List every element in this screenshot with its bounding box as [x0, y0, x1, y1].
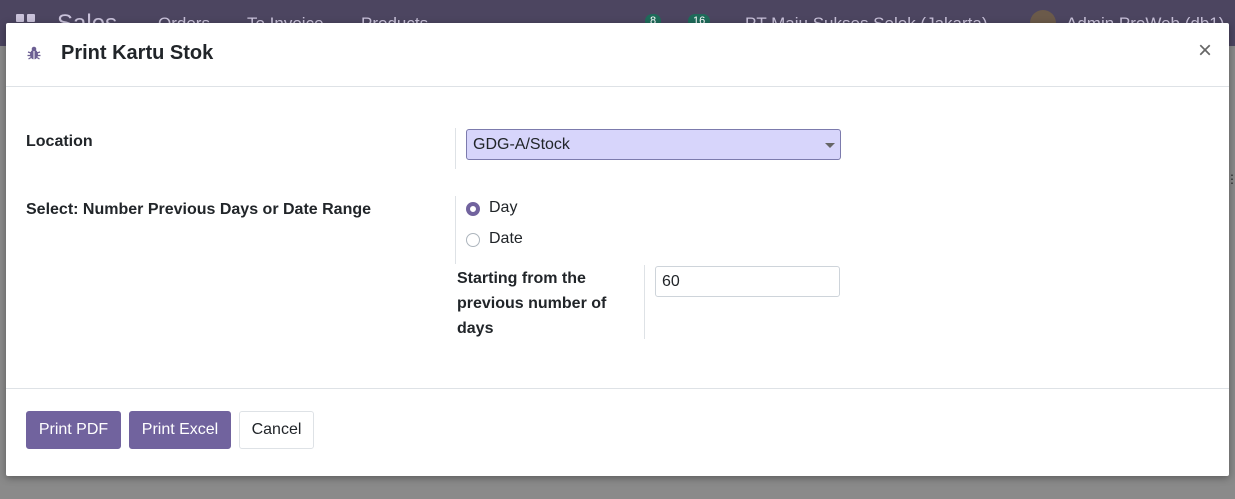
print-excel-button[interactable]: Print Excel [129, 411, 231, 449]
dialog-title: Print Kartu Stok [61, 42, 214, 64]
dialog-footer: Print PDF Print Excel Cancel [6, 388, 1229, 477]
days-separator [644, 265, 645, 339]
bug-icon [27, 46, 41, 60]
days-label: Starting from the previous number of day… [457, 270, 607, 337]
location-select[interactable]: GDG-A/Stock [466, 129, 841, 160]
days-input[interactable]: 60 [655, 266, 840, 297]
location-select-value: GDG-A/Stock [473, 136, 570, 153]
radio-day-input[interactable] [466, 202, 480, 216]
print-kartu-stok-dialog: Print Kartu Stok × Location GDG-A/Stock … [6, 23, 1229, 476]
period-separator [455, 196, 456, 264]
caret-down-icon [825, 143, 835, 148]
dialog-header: Print Kartu Stok × [6, 23, 1229, 87]
location-label: Location [26, 133, 93, 150]
radio-day-label[interactable]: Day [489, 199, 517, 217]
radio-date-input[interactable] [466, 233, 480, 247]
cancel-button[interactable]: Cancel [239, 411, 314, 449]
close-button[interactable]: × [1194, 38, 1216, 64]
print-pdf-button[interactable]: Print PDF [26, 411, 121, 449]
location-separator [455, 128, 456, 169]
period-label: Select: Number Previous Days or Date Ran… [26, 201, 372, 218]
radio-date-label[interactable]: Date [489, 230, 523, 248]
